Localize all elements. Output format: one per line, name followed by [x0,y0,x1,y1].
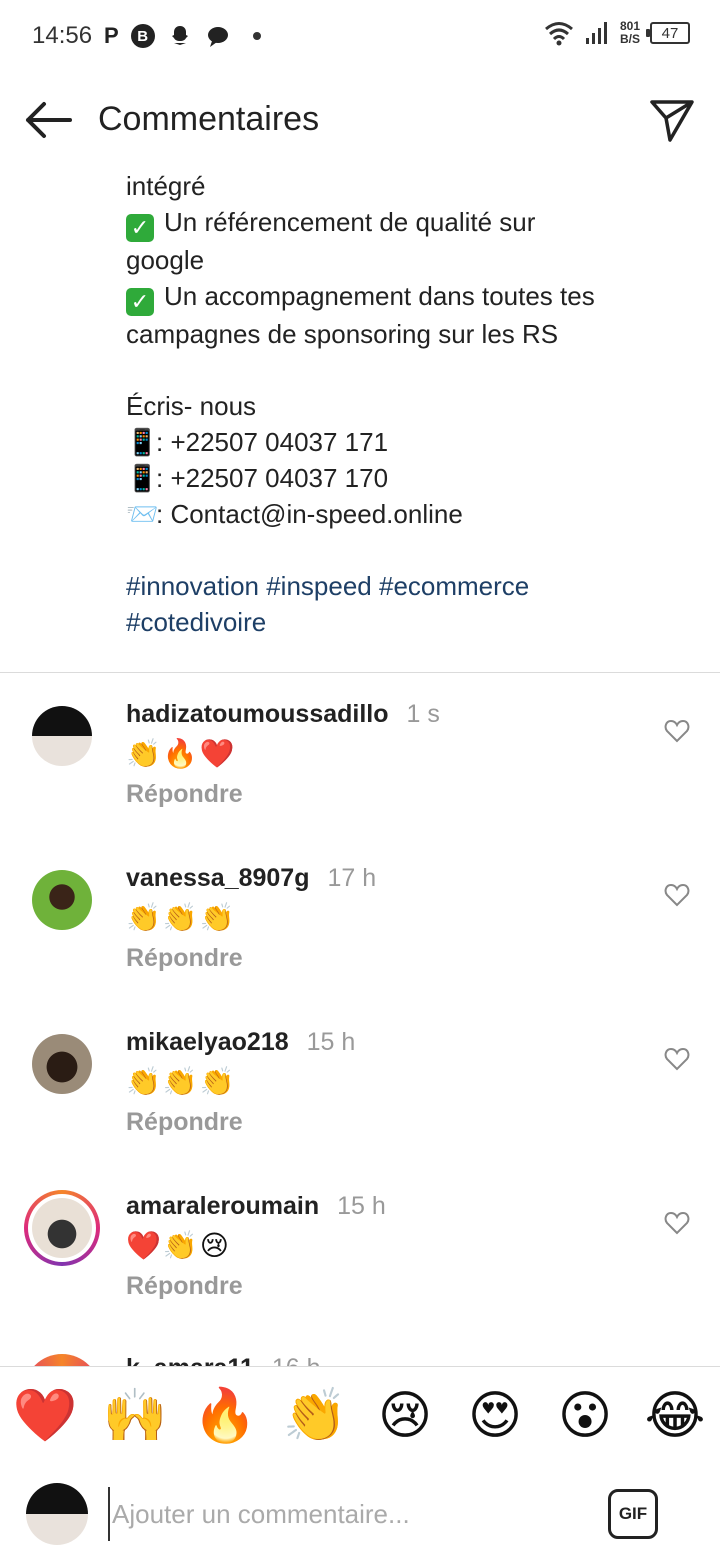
reaction-raised-hands-button[interactable]: 🙌 [100,1386,170,1446]
comment-text: 👏👏👏 [126,1066,237,1097]
avatar-image [32,1198,92,1258]
comment-item: hadizatoumoussadillo 1 s 👏🔥❤️ Répondre [0,700,720,850]
parking-app-icon: P [104,23,119,48]
username-text[interactable]: hadizatoumoussadillo [126,700,389,728]
caption-text: Un accompagnement dans toutes tes [164,281,595,311]
status-time: 14:56 [32,22,93,49]
check-mark-icon: ✓ [126,214,154,242]
comment-time: 1 s [406,700,440,728]
comment-username[interactable]: k_amara11 16 h [126,1354,321,1366]
comment-item: mikaelyao218 15 h 👏👏👏 Répondre [0,1028,720,1178]
share-button[interactable] [648,96,696,144]
comment-item: vanessa_8907g 17 h 👏👏👏 Répondre [0,864,720,1014]
hashtag-links[interactable]: #cotedivoire [126,604,686,640]
snapchat-icon [171,26,188,45]
app-header: Commentaires [0,72,720,164]
phone-number: : +22507 04037 170 [156,463,389,493]
avatar[interactable] [32,870,92,930]
reaction-laughing-button[interactable]: 😂 [640,1386,710,1446]
phone-number: : +22507 04037 171 [156,427,389,457]
caption-line: intégré [126,171,206,201]
mobile-phone-icon: 📱 [126,463,159,493]
caption-line: 📨: Contact@in-speed.online [126,496,686,532]
reply-button[interactable]: Répondre [126,944,243,973]
caption-line: Écris- nous [126,391,257,421]
heart-icon[interactable] [664,1210,690,1236]
caption-line: ✓ Un accompagnement dans toutes tes [126,278,686,316]
partial-comment: k_amara11 16 h [0,1340,720,1366]
comment-time: 15 h [337,1192,386,1220]
status-bar: 14:56 P B 801 B/S 47 [0,0,720,72]
comment-username[interactable]: hadizatoumoussadillo 1 s [126,700,440,729]
comment-username[interactable]: vanessa_8907g 17 h [126,864,376,893]
username-text[interactable]: k_amara11 [126,1354,254,1366]
username-text[interactable]: vanessa_8907g [126,864,309,892]
page-title: Commentaires [98,100,320,138]
comment-username[interactable]: amaraleroumain 15 h [126,1192,386,1221]
avatar-with-story-ring[interactable] [24,1354,100,1366]
wifi-icon [545,22,573,46]
story-ring-gap [28,1194,96,1262]
quick-reactions-bar: ❤️ 🙌 🔥 👏 😢 😍 😮 😂 [0,1366,720,1466]
caption-line [126,352,686,388]
more-notifications-dot [252,32,261,40]
heart-icon[interactable] [664,718,690,744]
comment-text: 👏👏👏 [126,902,237,933]
battery-icon: 47 [646,22,690,44]
notification-icons: P B [104,22,261,50]
caption-line: 📱: +22507 04037 170 [126,460,686,496]
comment-text: 👏🔥❤️ [126,738,237,769]
comment-time: 15 h [306,1028,356,1056]
arrow-left-icon [26,102,72,138]
check-mark-icon: ✓ [126,288,154,316]
comment-time: 17 h [327,864,377,892]
back-button[interactable] [22,96,74,144]
avatar[interactable] [32,706,92,766]
reply-button[interactable]: Répondre [126,780,243,809]
avatar-with-story-ring[interactable] [24,1190,100,1266]
system-status: 801 B/S 47 [544,20,690,46]
comment-item: amaraleroumain 15 h ❤️👏😢 Répondre [0,1190,720,1342]
comment-text: ❤️👏😢 [126,1230,231,1261]
caption-line [126,532,686,568]
mobile-phone-icon: 📱 [126,427,159,457]
caption-text: Un référencement de qualité sur [164,207,536,237]
hashtag-links[interactable]: #innovation #inspeed #ecommerce [126,568,686,604]
reaction-heart-button[interactable]: ❤️ [10,1386,80,1446]
network-speed: 801 B/S [620,20,640,46]
email-address: : Contact@in-speed.online [156,499,463,529]
reaction-fire-button[interactable]: 🔥 [190,1386,260,1446]
reaction-sad-button[interactable]: 😢 [370,1386,440,1446]
chat-icon [207,27,228,47]
heart-icon[interactable] [664,1046,690,1072]
envelope-icon: 📨 [126,499,159,529]
b-app-icon: B [130,24,155,48]
reply-button[interactable]: Répondre [126,1272,243,1301]
paper-plane-icon [650,100,694,142]
avatar[interactable] [32,1034,92,1094]
net-speed-unit: B/S [619,32,640,46]
caption-line: 📱: +22507 04037 171 [126,424,686,460]
gif-button[interactable]: GIF [608,1489,658,1539]
divider [0,672,720,673]
post-caption: intégré ✓ Un référencement de qualité sur… [126,168,686,640]
current-user-avatar [26,1483,88,1545]
comment-input[interactable] [108,1487,594,1541]
caption-line: google [126,245,205,275]
reply-button[interactable]: Répondre [126,1108,243,1137]
comment-time: 16 h [272,1354,321,1366]
reaction-clap-button[interactable]: 👏 [280,1386,350,1446]
heart-icon[interactable] [664,882,690,908]
reaction-heart-eyes-button[interactable]: 😍 [460,1386,530,1446]
comment-composer: GIF [0,1465,720,1560]
username-text[interactable]: amaraleroumain [126,1192,319,1220]
signal-icon [585,22,607,44]
comment-username[interactable]: mikaelyao218 15 h [126,1028,355,1057]
caption-line: ✓ Un référencement de qualité sur [126,204,686,242]
caption-line: campagnes de sponsoring sur les RS [126,319,559,349]
username-text[interactable]: mikaelyao218 [126,1028,289,1056]
reaction-surprised-button[interactable]: 😮 [550,1386,620,1446]
